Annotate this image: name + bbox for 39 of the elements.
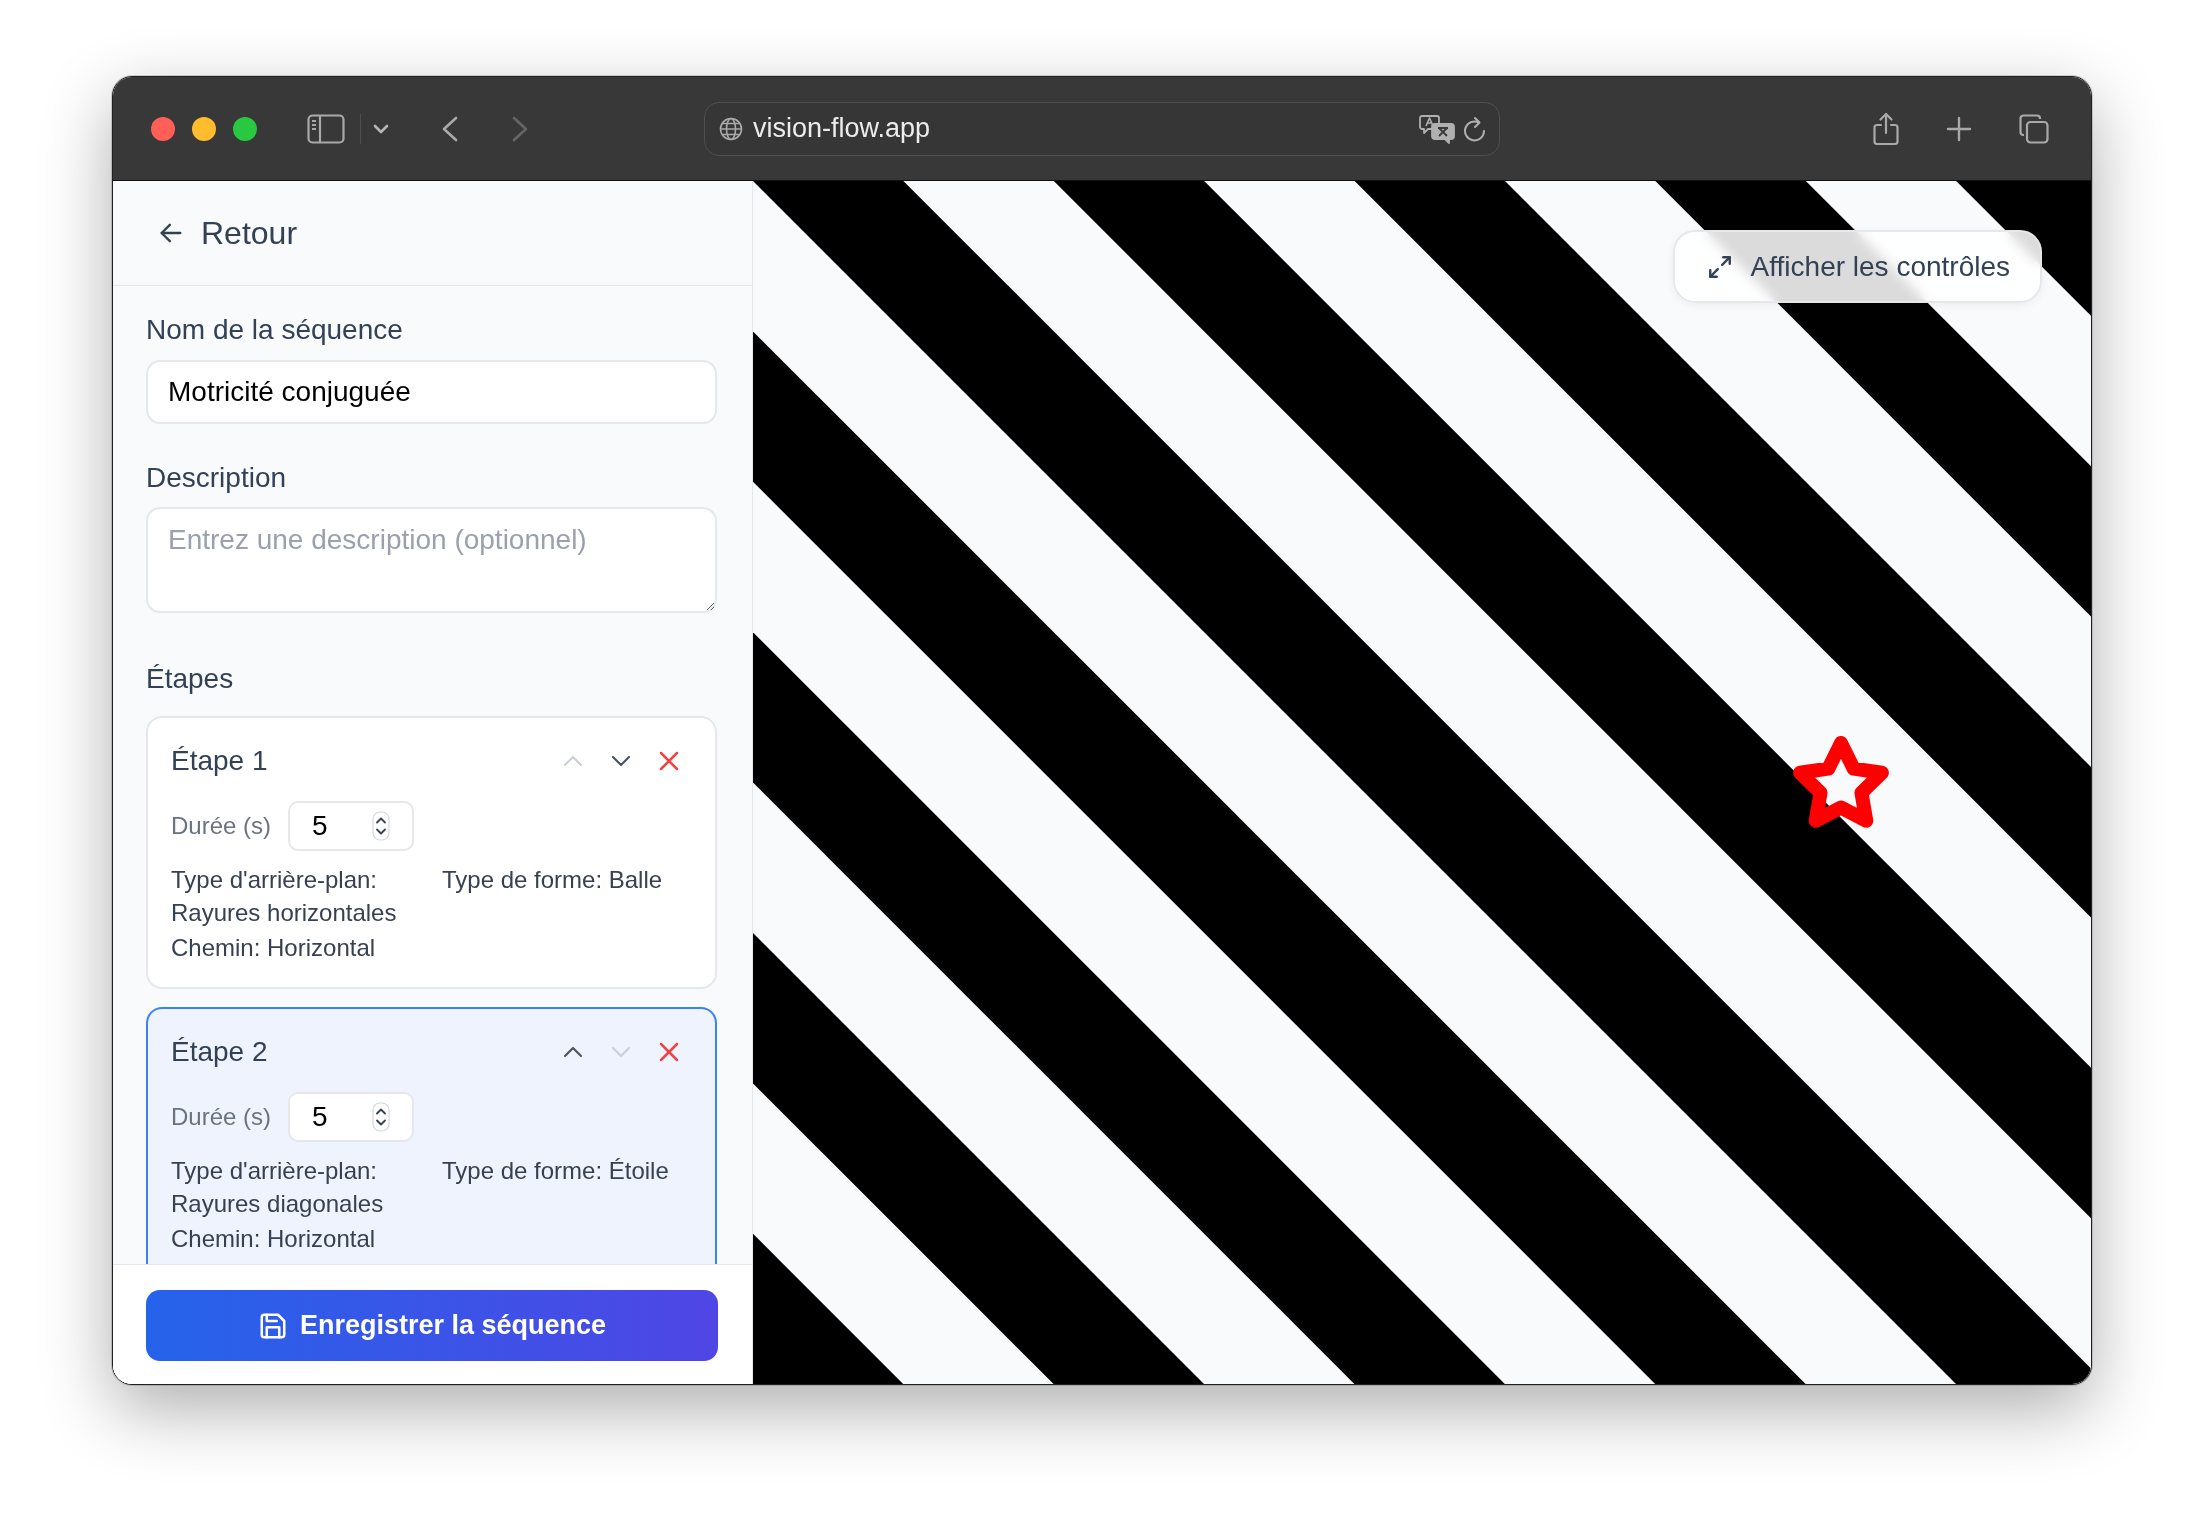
stepper-icon[interactable] [372, 1102, 391, 1132]
translate-icon[interactable] [1419, 113, 1455, 144]
step-detail: Type d'arrière-plan: Rayures diagonales [171, 1156, 385, 1219]
step-detail: Type de forme: Étoile [442, 1156, 670, 1186]
description-field[interactable]: Entrez une description (optionnel) [146, 507, 717, 613]
duration-label: Durée (s) [171, 1103, 272, 1131]
close-window-icon[interactable] [151, 116, 175, 141]
section-heading: Étapes [146, 662, 235, 696]
step-title: Étape 1 [171, 744, 268, 778]
step-card[interactable]: Étape 2 Durée (s) 5 Type d'arrière-plan: Rayures diagonales Type de forme: Étoile Chemin: Horizontal [146, 1007, 717, 1264]
maximize-window-icon[interactable] [233, 116, 257, 141]
duration-label: Durée (s) [171, 812, 272, 840]
field-label: Nom de la séquence [146, 313, 404, 347]
minimize-window-icon[interactable] [192, 116, 216, 141]
url-text: vision-flow.app [753, 113, 932, 144]
field-label: Description [146, 461, 288, 495]
step-detail: Chemin: Horizontal [171, 1224, 377, 1254]
chevron-down-icon[interactable] [373, 123, 389, 134]
step-title: Étape 2 [171, 1035, 268, 1069]
expand-icon [1706, 253, 1733, 280]
plus-icon[interactable] [1946, 115, 1972, 142]
globe-icon [719, 116, 743, 141]
tabs-icon[interactable] [2019, 113, 2049, 144]
sidebar-icon[interactable] [307, 113, 345, 144]
address-bar[interactable]: vision-flow.app [704, 101, 1500, 156]
name-field[interactable]: Motricité conjuguée [146, 360, 717, 424]
save-button[interactable]: Enregistrer la séquence [146, 1290, 718, 1361]
reload-icon[interactable] [1463, 115, 1487, 142]
step-card[interactable]: Étape 1 Durée (s) 5 Type d'arrière-plan: Rayures horizontales Type de forme: Balle Chemin: Horizontal [146, 716, 717, 989]
stepper-icon[interactable] [372, 811, 391, 841]
step-detail: Chemin: Horizontal [171, 933, 377, 963]
back-icon[interactable] [442, 115, 458, 142]
back-link[interactable]: Retour [157, 214, 298, 252]
share-icon[interactable] [1873, 111, 1899, 146]
show-controls-button[interactable]: Afficher les contrôles [1672, 230, 2042, 303]
step-detail: Type de forme: Balle [442, 865, 664, 895]
step-detail: Type d'arrière-plan: Rayures horizontales [171, 865, 398, 928]
duration-field[interactable]: 5 [288, 1092, 415, 1142]
duration-field[interactable]: 5 [288, 801, 415, 851]
